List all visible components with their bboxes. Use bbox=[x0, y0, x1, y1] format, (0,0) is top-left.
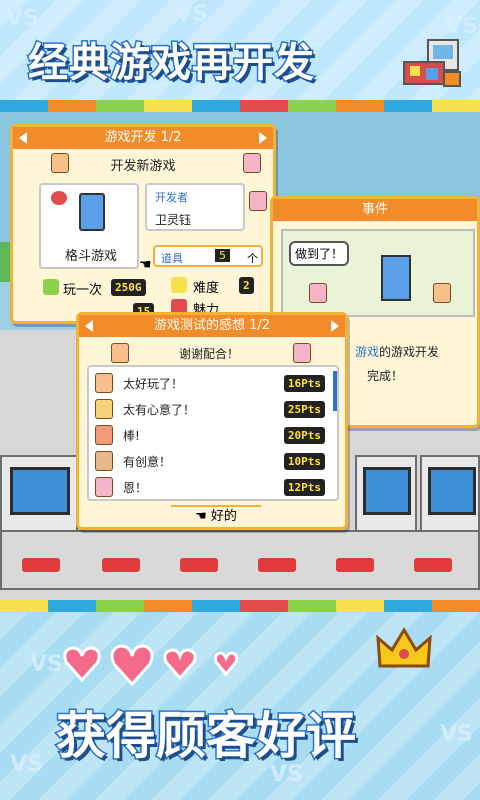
feedback-comment: 恩！ bbox=[123, 480, 148, 495]
character-avatar bbox=[51, 153, 69, 173]
prev-page-icon[interactable] bbox=[19, 132, 27, 144]
item-unit: 个 bbox=[247, 252, 258, 265]
developer-avatar bbox=[249, 191, 267, 211]
developer-label: 开发者 bbox=[155, 191, 188, 204]
feedback-row: 太好玩了！ 16Pts bbox=[95, 371, 325, 395]
item-value: 5 bbox=[215, 249, 230, 262]
feedback-points: 20Pts bbox=[283, 426, 325, 444]
hearts-decoration bbox=[62, 640, 262, 694]
heart-icon bbox=[110, 644, 154, 687]
game-dev-title: 游戏开发 1/2 bbox=[104, 130, 182, 145]
feedback-row: 恩！ 12Pts bbox=[95, 475, 325, 499]
dev-subtitle: 开发新游戏 bbox=[110, 159, 176, 174]
arcade-cabinet-icon bbox=[381, 255, 411, 301]
event-text-line1: 游戏的游戏开发 bbox=[355, 343, 439, 360]
play-value: 250G bbox=[111, 279, 146, 296]
top-title: 经典游戏再开发 bbox=[27, 39, 316, 88]
vs-decoration: VS bbox=[175, 2, 208, 27]
game-panel[interactable]: 格斗游戏 bbox=[39, 183, 139, 269]
feedback-title: 游戏测试的感想 1/2 bbox=[153, 318, 271, 333]
event-header: 事件 bbox=[273, 199, 477, 221]
stool bbox=[258, 558, 296, 572]
feedback-comment: 有创意！ bbox=[123, 454, 172, 469]
event-scene: 做到了！ bbox=[281, 229, 475, 317]
vs-decoration: VS bbox=[6, 6, 39, 31]
feedback-window: 游戏测试的感想 1/2 谢谢配合！ 太好玩了！ 16Pts 太有心意了！ 25P… bbox=[76, 312, 348, 530]
customer-avatar bbox=[95, 425, 113, 445]
arcade-cabinet-icon bbox=[79, 193, 105, 231]
stool bbox=[180, 558, 218, 572]
heart-icon bbox=[214, 651, 238, 677]
item-label: 道具 bbox=[161, 252, 183, 265]
next-page-icon[interactable] bbox=[331, 320, 339, 332]
customer-avatar bbox=[95, 399, 113, 419]
difficulty-value: 2 bbox=[239, 277, 254, 294]
game-name: 格斗游戏 bbox=[64, 249, 117, 264]
stool bbox=[336, 558, 374, 572]
play-label: 玩一次 bbox=[63, 283, 103, 298]
feedback-row: 有创意！ 10Pts bbox=[95, 449, 325, 473]
customer-avatar bbox=[95, 477, 113, 497]
heart-icon bbox=[63, 646, 101, 683]
customer-avatar bbox=[95, 373, 113, 393]
event-text-line2: 完成！ bbox=[367, 369, 404, 383]
game-dev-window: 游戏开发 1/2 开发新游戏 格斗游戏 ☚ 开发者 卫灵钰 道具 5 个 玩一次… bbox=[10, 124, 276, 324]
next-page-icon[interactable] bbox=[259, 132, 267, 144]
arcade-shop-icon bbox=[400, 38, 464, 90]
feedback-comment: 太好玩了！ bbox=[123, 376, 184, 391]
feedback-header: 游戏测试的感想 1/2 bbox=[79, 315, 345, 337]
arcade-counter bbox=[0, 530, 480, 590]
character-avatar bbox=[243, 153, 261, 173]
event-title: 事件 bbox=[361, 202, 388, 217]
scrollbar[interactable] bbox=[333, 371, 337, 411]
coin-icon bbox=[43, 279, 59, 295]
heart-icon bbox=[163, 648, 197, 681]
pointer-hand-icon: ☚ bbox=[195, 509, 211, 524]
confirm-button[interactable]: ☚ 好的 bbox=[171, 505, 261, 525]
customer-avatar bbox=[95, 451, 113, 471]
feedback-points: 16Pts bbox=[283, 374, 325, 392]
stool bbox=[22, 558, 60, 572]
developer-name: 卫灵钰 bbox=[155, 213, 192, 227]
character-avatar bbox=[111, 343, 129, 363]
stool bbox=[102, 558, 140, 572]
feedback-row: 棒! 20Pts bbox=[95, 423, 325, 447]
top-banner: VS VS VS 经典游戏再开发 bbox=[0, 0, 480, 100]
event-game-highlight: 游戏 bbox=[355, 345, 380, 359]
game-dev-header: 游戏开发 1/2 bbox=[13, 127, 273, 149]
vs-decoration: VS bbox=[445, 14, 478, 39]
feedback-comment: 太有心意了！ bbox=[123, 402, 196, 417]
speech-bubble: 做到了！ bbox=[289, 241, 350, 266]
bottom-title: 获得顾客好评 bbox=[55, 706, 358, 767]
crown-icon bbox=[374, 626, 434, 676]
event-line1-text: 的游戏开发 bbox=[379, 345, 440, 359]
character-avatar bbox=[433, 283, 451, 303]
feedback-points: 12Pts bbox=[283, 478, 325, 496]
difficulty-label: 难度 bbox=[193, 281, 220, 296]
developer-panel[interactable]: 开发者 卫灵钰 bbox=[145, 183, 245, 231]
color-stripe-top bbox=[0, 100, 480, 112]
character-avatar bbox=[293, 343, 311, 363]
stool bbox=[414, 558, 452, 572]
thanks-text: 谢谢配合！ bbox=[178, 347, 239, 361]
boxing-glove-icon bbox=[51, 191, 67, 205]
item-row[interactable]: 道具 5 个 bbox=[153, 245, 263, 267]
feedback-points: 10Pts bbox=[283, 452, 325, 470]
pointer-hand-icon: ☚ bbox=[139, 257, 152, 273]
star-icon bbox=[171, 277, 187, 293]
feedback-comment: 棒! bbox=[123, 428, 140, 443]
confirm-label: 好的 bbox=[210, 509, 237, 524]
character-avatar bbox=[309, 283, 327, 303]
vs-decoration: VS bbox=[10, 752, 43, 777]
feedback-row: 太有心意了！ 25Pts bbox=[95, 397, 325, 421]
feedback-points: 25Pts bbox=[283, 400, 325, 418]
prev-page-icon[interactable] bbox=[85, 320, 93, 332]
vs-decoration: VS bbox=[440, 722, 473, 747]
color-stripe-bottom bbox=[0, 600, 480, 612]
vs-decoration: VS bbox=[30, 652, 63, 677]
